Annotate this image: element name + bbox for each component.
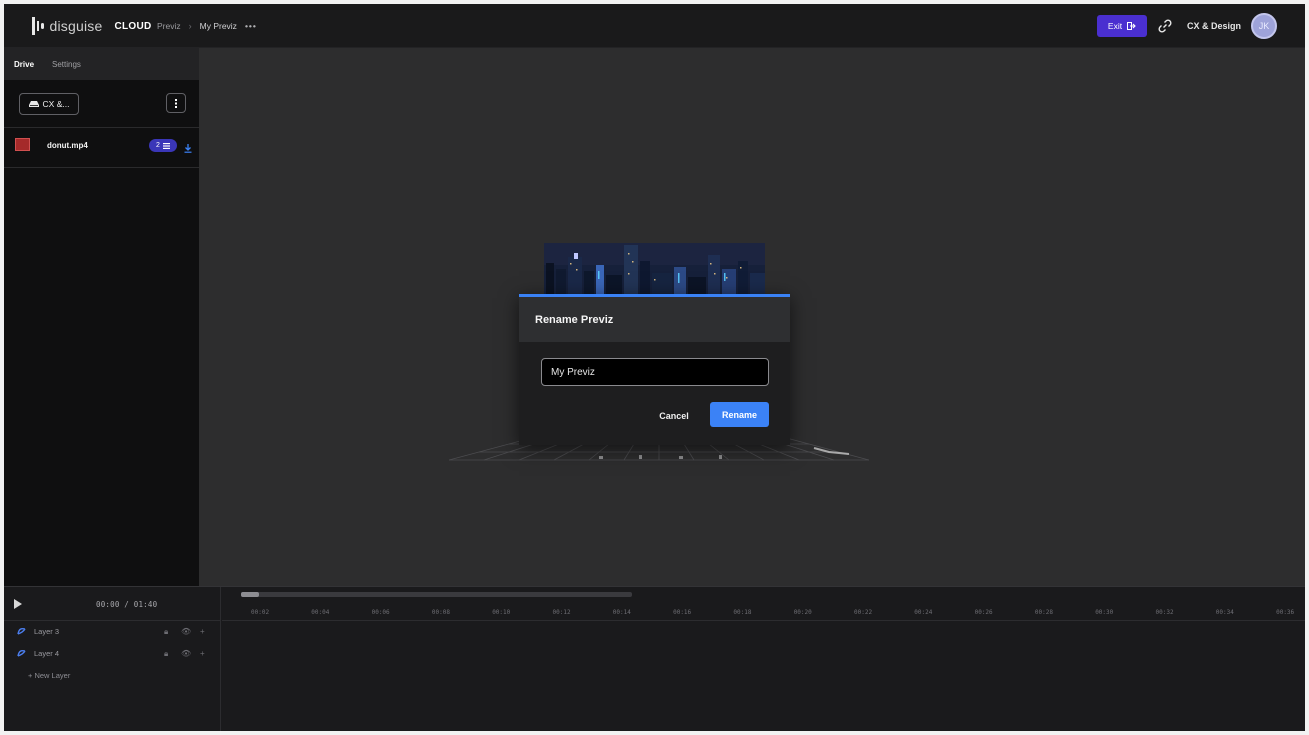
sidebar-tabs: Drive Settings: [4, 48, 199, 80]
time-tick-label: 00:24: [914, 609, 933, 616]
new-layer-button[interactable]: + New Layer: [4, 665, 220, 687]
time-tick-label: 00:36: [1276, 609, 1295, 616]
play-icon[interactable]: [14, 599, 22, 609]
org-name[interactable]: CX & Design: [1187, 21, 1241, 31]
time-tick-label: 00:22: [854, 609, 873, 616]
time-tick-label: 00:30: [1095, 609, 1114, 616]
lock-icon[interactable]: 🔒︎: [164, 649, 168, 659]
time-tick-label: 00:08: [431, 609, 450, 616]
breadcrumb: Previz › My Previz •••: [157, 21, 257, 31]
chevron-right-icon: ›: [188, 21, 192, 31]
download-icon[interactable]: [184, 144, 192, 153]
timeline-scroll-thumb[interactable]: [241, 592, 259, 597]
layer-type-icon: [17, 649, 26, 657]
time-tick-label: 00:34: [1215, 609, 1234, 616]
brand-word: disguise: [49, 18, 103, 34]
previz-name-input[interactable]: [541, 358, 769, 386]
visibility-icon[interactable]: 👁︎: [181, 649, 191, 658]
time-tick-label: 00:18: [733, 609, 752, 616]
drive-select-label: CX &...: [42, 99, 70, 109]
badge-count: 2: [156, 142, 160, 149]
layer-name: Layer 4: [34, 649, 60, 658]
top-bar: disguise CLOUD Previz › My Previz ••• Ex…: [4, 4, 1305, 48]
breadcrumb-current[interactable]: My Previz: [200, 21, 237, 31]
exit-icon: [1127, 22, 1136, 30]
disguise-logo[interactable]: disguise CLOUD: [32, 17, 152, 35]
usage-count-badge: 2: [149, 139, 177, 152]
rename-dialog: Rename Previz Cancel Rename: [519, 294, 790, 445]
drive-select-button[interactable]: CX &...: [19, 93, 79, 115]
new-layer-label: + New Layer: [28, 671, 71, 680]
time-tick-label: 00:16: [673, 609, 692, 616]
visibility-icon[interactable]: 👁︎: [181, 627, 191, 636]
brand-product: CLOUD: [114, 20, 152, 32]
dialog-title: Rename Previz: [535, 313, 614, 326]
time-readout: 00:00 / 01:40: [96, 600, 158, 609]
time-tick-label: 00:28: [1034, 609, 1053, 616]
add-icon[interactable]: +: [200, 627, 205, 636]
time-tick-label: 00:02: [251, 609, 270, 616]
breadcrumb-previz[interactable]: Previz: [157, 21, 181, 31]
playback-controls: 00:00 / 01:40: [4, 587, 220, 621]
time-tick-label: 00:26: [974, 609, 993, 616]
time-tick-label: 00:20: [793, 609, 812, 616]
time-tick-label: 00:04: [311, 609, 330, 616]
layer-name: Layer 3: [34, 627, 60, 636]
add-icon[interactable]: +: [200, 649, 205, 658]
layer-row[interactable]: Layer 3 🔒︎ 👁︎ +: [4, 621, 220, 643]
drive-menu-button[interactable]: [166, 93, 186, 113]
time-tick-label: 00:06: [371, 609, 390, 616]
logo-mark-icon: [32, 17, 44, 35]
file-list-item[interactable]: donut.mp4 2: [4, 128, 199, 168]
layer-type-icon: [17, 627, 26, 635]
more-options-icon[interactable]: •••: [245, 21, 257, 31]
time-ruler[interactable]: 00:02 00:04 00:06 00:08 00:10 00:12 00:14 00:16…: [222, 607, 1305, 621]
time-tick-label: 00:32: [1155, 609, 1174, 616]
layers-icon: [162, 142, 170, 149]
time-tick-label: 00:12: [552, 609, 571, 616]
share-link-icon[interactable]: [1158, 19, 1172, 33]
dialog-header: Rename Previz: [519, 297, 790, 342]
cancel-button[interactable]: Cancel: [651, 405, 697, 427]
time-tick-label: 00:14: [612, 609, 631, 616]
layer-list: 00:00 / 01:40 Layer 3 🔒︎ 👁︎ + Layer 4 🔒︎…: [4, 587, 221, 731]
app-window: disguise CLOUD Previz › My Previz ••• Ex…: [4, 4, 1305, 731]
drive-icon: [28, 101, 39, 107]
layer-row[interactable]: Layer 4 🔒︎ 👁︎ +: [4, 643, 220, 665]
exit-button[interactable]: Exit: [1097, 15, 1147, 37]
exit-label: Exit: [1107, 21, 1123, 31]
avatar[interactable]: JK: [1251, 13, 1277, 39]
file-name: donut.mp4: [47, 141, 88, 150]
drive-toolbar: CX &...: [4, 80, 199, 128]
timeline-scrollbar[interactable]: [241, 592, 632, 597]
rename-button[interactable]: Rename: [710, 402, 769, 427]
city-screen-image: [544, 243, 765, 295]
sidebar: Drive Settings CX &... donut.mp4 2: [4, 48, 199, 586]
tab-settings[interactable]: Settings: [52, 56, 81, 73]
time-tick-label: 00:10: [492, 609, 511, 616]
tab-drive[interactable]: Drive: [14, 56, 34, 73]
file-thumbnail: [15, 138, 30, 151]
lock-icon[interactable]: 🔒︎: [164, 627, 168, 637]
timeline-panel: 00:00 / 01:40 Layer 3 🔒︎ 👁︎ + Layer 4 🔒︎…: [4, 586, 1305, 731]
kebab-menu-icon: [175, 98, 177, 108]
timeline-track-area[interactable]: 00:02 00:04 00:06 00:08 00:10 00:12 00:14 00:16…: [222, 587, 1305, 731]
